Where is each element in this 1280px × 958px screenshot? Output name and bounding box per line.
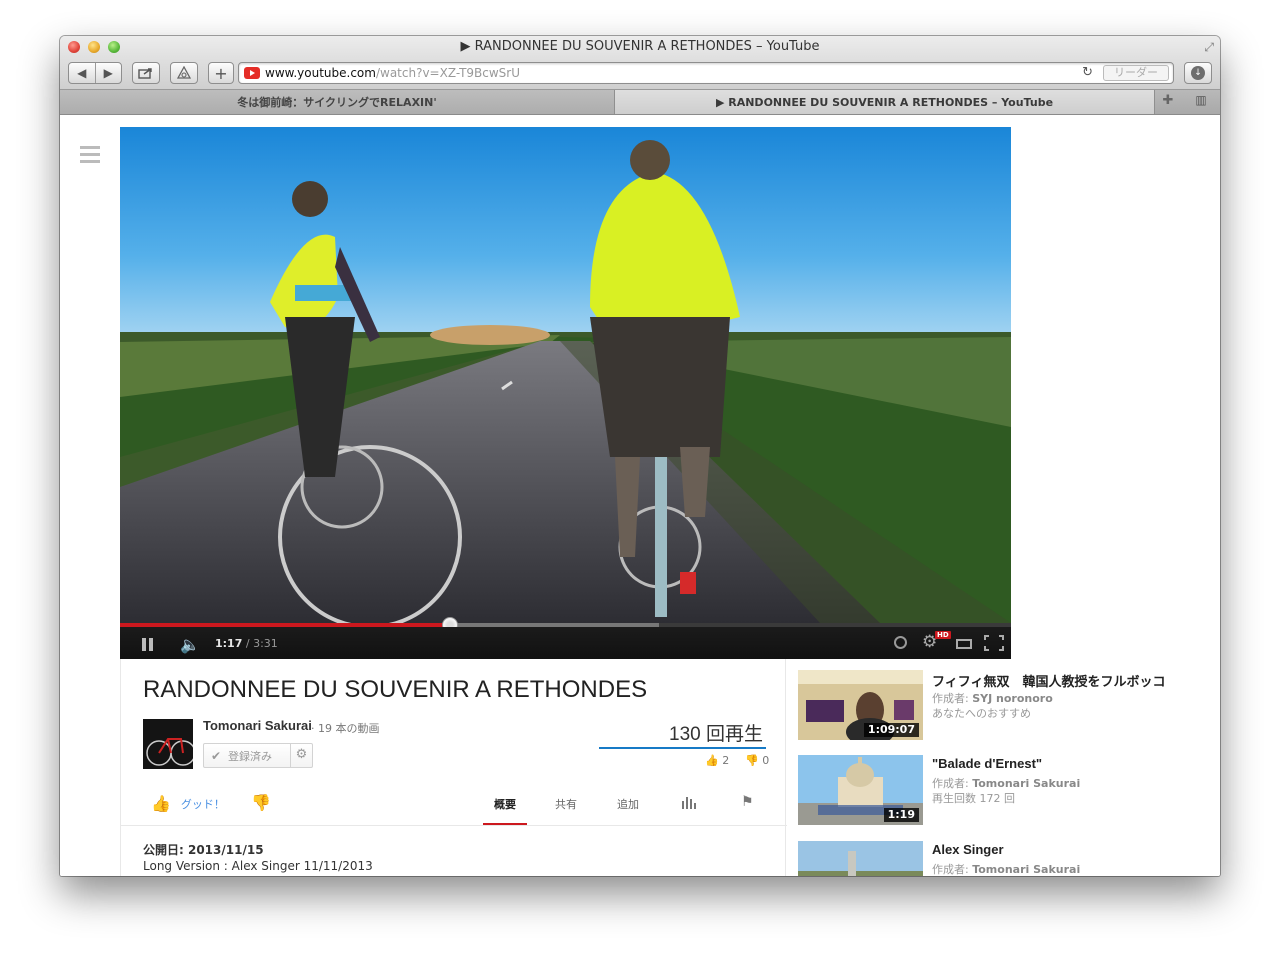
divider — [121, 825, 787, 826]
related-video-item[interactable]: Alex Singer 作成者: Tomonari Sakurai — [798, 841, 1198, 876]
checkmark-icon: ✔ — [210, 748, 222, 763]
tab-cycling[interactable]: 冬は御前崎：サイクリングでRELAXIN' — [60, 90, 615, 114]
dislike-count-value: 0 — [762, 754, 770, 767]
hd-badge: HD — [935, 631, 951, 639]
thumbs-down-small-icon: 👎 — [745, 754, 759, 767]
watch-later-icon[interactable] — [894, 636, 907, 649]
thumbs-up-small-icon: 👍 — [705, 754, 719, 767]
video-thumbnail[interactable]: 1:19 — [798, 755, 923, 825]
tab-share[interactable]: 共有 — [551, 796, 581, 826]
new-tab-button[interactable]: ✚ — [1156, 93, 1180, 111]
related-video-meta: 再生回数 172 回 — [932, 792, 1015, 805]
reload-icon[interactable]: ↻ — [1082, 65, 1093, 80]
related-video-title[interactable]: Alex Singer — [932, 842, 1004, 857]
related-video-title[interactable]: フィフィ無双 韓国人教授をフルボッコ — [932, 671, 1165, 690]
downloads-button[interactable]: ↓ — [1184, 62, 1212, 84]
url-path: /watch?v=XZ-T9BcwSrU — [375, 66, 521, 80]
time-display: 1:17 / 3:31 — [215, 637, 278, 650]
video-player[interactable]: 🔈 1:17 / 3:31 ⚙ HD — [120, 127, 1011, 659]
like-label: グッド！ — [180, 797, 225, 811]
guide-menu-icon[interactable] — [80, 146, 100, 164]
back-forward-group: ◀ ▶ — [68, 62, 122, 84]
report-flag-icon[interactable]: ⚑ — [741, 794, 754, 810]
author-name: Tomonari Sakurai — [972, 863, 1081, 876]
player-controls: 🔈 1:17 / 3:31 ⚙ HD — [120, 627, 1011, 659]
theater-mode-icon[interactable] — [956, 639, 972, 649]
publish-date: 公開日: 2013/11/15 — [143, 843, 264, 857]
tab-bar: 冬は御前崎：サイクリングでRELAXIN' ▶ RANDONNEE DU SOU… — [60, 90, 1220, 115]
bar-chart-icon — [682, 797, 696, 809]
video-thumbnail[interactable]: 1:09:07 — [798, 670, 923, 740]
tab-youtube-active[interactable]: ▶ RANDONNEE DU SOUVENIR A RETHONDES – Yo… — [615, 90, 1155, 114]
thumbs-down-icon: 👎 — [251, 793, 271, 812]
video-thumbnail[interactable] — [798, 841, 923, 876]
video-info-panel: RANDONNEE DU SOUVENIR A RETHONDES Tomona… — [120, 659, 787, 876]
current-time: 1:17 — [215, 637, 243, 650]
thumbnail-image — [798, 841, 923, 876]
duration: 3:31 — [253, 637, 278, 650]
share-icon — [138, 68, 152, 79]
video-frame[interactable] — [120, 127, 1011, 623]
browser-window: ▶ RANDONNEE DU SOUVENIR A RETHONDES – Yo… — [60, 36, 1220, 876]
channel-avatar[interactable] — [143, 719, 193, 769]
view-count: 130 回再生 — [669, 724, 763, 745]
url-host: www.youtube.com — [265, 66, 376, 80]
author-name: SYJ noronoro — [972, 692, 1053, 705]
youtube-favicon-icon — [244, 67, 260, 79]
related-video-author: 作成者: SYJ noronoro — [932, 690, 1053, 706]
dislike-button[interactable]: 👎 — [251, 793, 271, 812]
like-button[interactable]: 👍 グッド！ — [151, 794, 225, 813]
like-count-value: 2 — [722, 754, 730, 767]
stats-icon[interactable] — [681, 795, 697, 813]
window-title: ▶ RANDONNEE DU SOUVENIR A RETHONDES – Yo… — [460, 39, 820, 54]
related-video-meta: あなたへのおすすめ — [932, 707, 1031, 720]
author-prefix: 作成者: — [932, 692, 973, 705]
enter-fullscreen-icon[interactable]: ⤢ — [1204, 40, 1214, 55]
video-title: RANDONNEE DU SOUVENIR A RETHONDES — [143, 676, 648, 703]
thumbs-up-icon: 👍 — [151, 794, 171, 813]
like-count: 👍 2 — [705, 754, 729, 767]
subscribed-label: 登録済み — [228, 749, 272, 763]
forward-button[interactable]: ▶ — [96, 66, 122, 80]
reader-button[interactable]: リーダー — [1103, 65, 1169, 81]
download-arrow-icon: ↓ — [1191, 66, 1205, 80]
subscription-settings-gear-icon[interactable]: ⚙ — [290, 744, 312, 767]
address-bar[interactable]: www.youtube.com/watch?v=XZ-T9BcwSrU ↻ リー… — [238, 62, 1174, 84]
channel-video-count[interactable]: · 19 本の動画 — [311, 720, 380, 736]
volume-icon[interactable]: 🔈 — [180, 635, 200, 654]
like-dislike-ratio-bar — [599, 747, 766, 749]
page-content: 🔈 1:17 / 3:31 ⚙ HD RANDONNEE DU SOUVENIR… — [60, 116, 1220, 876]
fullscreen-icon[interactable] — [984, 635, 1004, 651]
add-bookmark-button[interactable]: + — [208, 62, 234, 84]
video-description: Long Version : Alex Singer 11/11/2013 — [143, 859, 373, 873]
author-prefix: 作成者: — [932, 863, 973, 876]
reading-list-icon — [177, 66, 191, 79]
related-video-item[interactable]: 1:19 "Balade d'Ernest" 作成者: Tomonari Sak… — [798, 755, 1198, 831]
related-video-title[interactable]: "Balade d'Ernest" — [932, 756, 1042, 771]
pause-icon[interactable] — [142, 638, 154, 651]
subscribed-button[interactable]: ✔ 登録済み ⚙ — [203, 743, 313, 768]
tab-add-to[interactable]: 追加 — [613, 796, 643, 826]
tab-overview-icon[interactable]: ▥ — [1188, 93, 1214, 111]
author-prefix: 作成者: — [932, 777, 973, 790]
back-button[interactable]: ◀ — [69, 66, 95, 80]
video-duration: 1:19 — [883, 808, 919, 822]
tab-overview[interactable]: 概要 — [483, 796, 527, 826]
dislike-count: 👎 0 — [745, 754, 769, 767]
related-video-author: 作成者: Tomonari Sakurai — [932, 861, 1080, 876]
author-name: Tomonari Sakurai — [972, 777, 1081, 790]
channel-name-link[interactable]: Tomonari Sakurai — [203, 718, 312, 733]
video-duration: 1:09:07 — [863, 723, 919, 737]
reading-list-button[interactable] — [170, 62, 198, 84]
related-video-item[interactable]: 1:09:07 フィフィ無双 韓国人教授をフルボッコ 作成者: SYJ noro… — [798, 670, 1198, 746]
related-video-author: 作成者: Tomonari Sakurai — [932, 775, 1080, 791]
url-text[interactable]: www.youtube.com/watch?v=XZ-T9BcwSrU — [265, 66, 520, 80]
avatar-image — [143, 719, 193, 769]
share-button[interactable] — [132, 62, 160, 84]
browser-toolbar: ▶ RANDONNEE DU SOUVENIR A RETHONDES – Yo… — [60, 36, 1220, 90]
